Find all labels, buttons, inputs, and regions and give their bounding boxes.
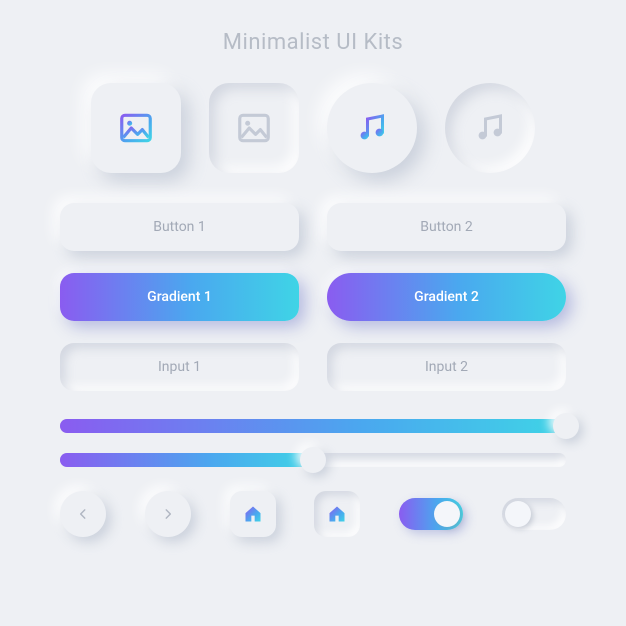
slider-1-fill [60,419,566,433]
next-button[interactable] [145,491,191,537]
music-tile-raised[interactable] [327,83,417,173]
home-icon [243,504,263,524]
image-tile-raised[interactable] [91,83,181,173]
input-1[interactable]: Input 1 [60,343,299,391]
icon-tile-row [91,83,535,173]
button-2[interactable]: Button 2 [327,203,566,251]
bottom-controls-row [60,491,566,537]
input-2[interactable]: Input 2 [327,343,566,391]
home-button-raised[interactable] [230,491,276,537]
music-icon [354,110,390,146]
page-title: Minimalist UI Kits [223,30,403,55]
image-icon [235,109,273,147]
slider-1[interactable] [60,419,566,433]
home-icon [327,504,347,524]
slider-1-thumb[interactable] [553,413,579,439]
button-1[interactable]: Button 1 [60,203,299,251]
toggle-off[interactable] [502,498,566,530]
input-row: Input 1 Input 2 [60,343,566,391]
music-tile-inset[interactable] [445,83,535,173]
slider-2[interactable] [60,453,566,467]
slider-2-fill [60,453,313,467]
chevron-right-icon [161,507,175,521]
music-icon [472,110,508,146]
prev-button[interactable] [60,491,106,537]
button-row-gradient: Gradient 1 Gradient 2 [60,273,566,321]
image-tile-inset[interactable] [209,83,299,173]
gradient-button-1[interactable]: Gradient 1 [60,273,299,321]
image-icon [117,109,155,147]
gradient-button-2[interactable]: Gradient 2 [327,273,566,321]
slider-2-thumb[interactable] [300,447,326,473]
button-row-neutral: Button 1 Button 2 [60,203,566,251]
chevron-left-icon [76,507,90,521]
toggle-knob [434,501,460,527]
toggle-on[interactable] [399,498,463,530]
home-button-inset[interactable] [314,491,360,537]
toggle-knob [505,501,531,527]
